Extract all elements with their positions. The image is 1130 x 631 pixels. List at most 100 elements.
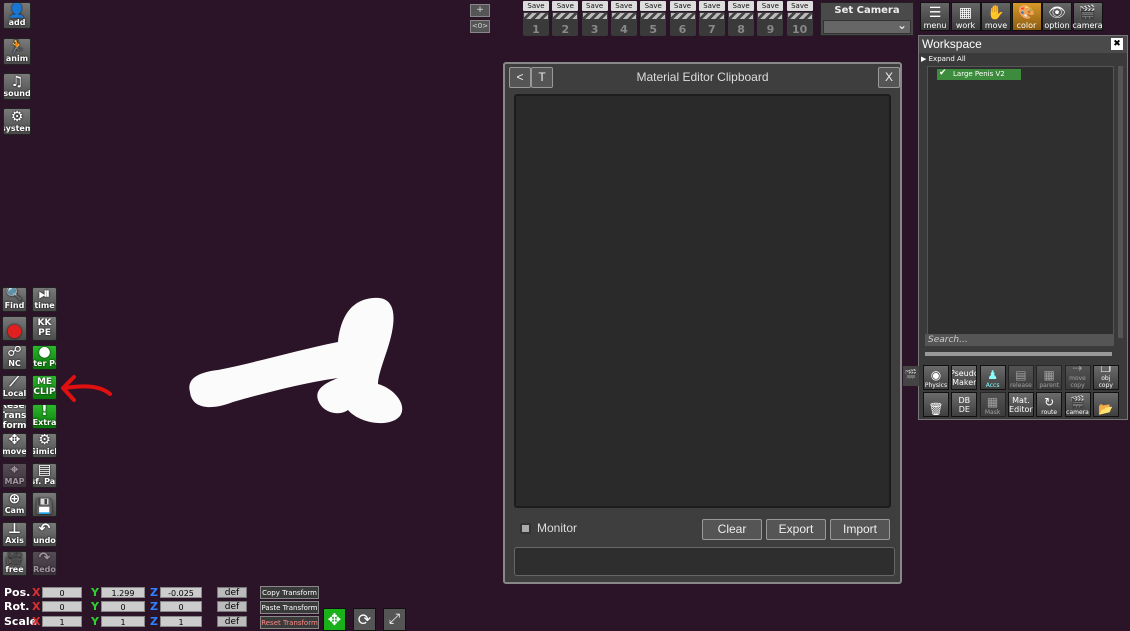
undo-button[interactable]: ↶ undo bbox=[32, 522, 57, 547]
rec-button[interactable]: ● bbox=[2, 316, 27, 341]
button-label: Redo bbox=[33, 565, 56, 574]
save-slot-2[interactable]: Save 2 bbox=[552, 1, 579, 37]
magnifier-icon: 🔍 bbox=[5, 287, 24, 302]
save-label: Save bbox=[698, 1, 725, 11]
move-copy-button[interactable]: ⇢ move copy bbox=[1064, 365, 1091, 390]
zoom-plus-button[interactable]: + bbox=[470, 4, 490, 17]
dbde-button[interactable]: DB DE bbox=[951, 392, 978, 417]
workspace-close-button[interactable]: ✖ bbox=[1111, 38, 1123, 50]
move-menu-button[interactable]: ✋ move bbox=[981, 2, 1011, 31]
transform-y-input[interactable]: 1.299 bbox=[101, 587, 145, 598]
nc-button[interactable]: ☍ NC bbox=[2, 345, 27, 370]
kkpe-button[interactable]: KK PE bbox=[32, 316, 57, 341]
move-gizmo-button[interactable]: ✥ bbox=[323, 608, 346, 631]
save-slot-8[interactable]: Save 8 bbox=[728, 1, 755, 37]
obj-copy-button[interactable]: ❐ obj copy bbox=[1092, 365, 1119, 390]
local-button[interactable]: ⟋ Local bbox=[2, 375, 27, 400]
tree-item[interactable]: ✔ Large Penis V2 bbox=[937, 68, 1021, 80]
set-camera-panel[interactable]: Set Camera ⌄ bbox=[820, 2, 914, 36]
save-slot-1[interactable]: Save 1 bbox=[523, 1, 549, 37]
scrollbar[interactable] bbox=[1118, 66, 1123, 338]
button-label: Find bbox=[4, 301, 25, 310]
clapper-icon: 4 bbox=[610, 12, 637, 36]
expand-all-button[interactable]: ▶ Expand All bbox=[921, 55, 966, 63]
export-button[interactable]: Export bbox=[766, 519, 826, 540]
transform-z-input[interactable]: 1 bbox=[160, 616, 202, 627]
center-point-button[interactable]: ●Center Point bbox=[32, 345, 57, 370]
option-button[interactable]: 👁 option bbox=[1042, 2, 1072, 31]
search-input[interactable]: Search... bbox=[925, 334, 1114, 346]
axis-y-label: Y bbox=[91, 615, 99, 628]
rotate-gizmo-button[interactable]: ⟳ bbox=[353, 608, 376, 631]
clipboard-list[interactable] bbox=[514, 94, 891, 508]
slot-number: 1 bbox=[532, 23, 540, 36]
gimick-button[interactable]: ⚙Gimick bbox=[32, 433, 57, 458]
camera-button[interactable]: 🎬 camera bbox=[1072, 2, 1103, 31]
save-slot-7[interactable]: Save 7 bbox=[698, 1, 725, 37]
default-button[interactable]: def bbox=[217, 601, 247, 612]
delete-button[interactable]: 🗑 bbox=[923, 392, 949, 417]
save-slot-3[interactable]: Save 3 bbox=[581, 1, 608, 37]
transform-z-input[interactable]: -0.025 bbox=[160, 587, 202, 598]
save-slot-6[interactable]: Save 6 bbox=[669, 1, 696, 37]
menu-button[interactable]: ☰ menu bbox=[920, 2, 950, 31]
button-label: Cam bbox=[4, 506, 25, 515]
transform-y-input[interactable]: 0 bbox=[101, 601, 145, 612]
zoom-eye-button[interactable]: <0> bbox=[470, 20, 490, 33]
map-button[interactable]: ⌖ MAP bbox=[2, 463, 27, 488]
clapper-icon[interactable]: 🎬 bbox=[903, 366, 919, 386]
default-button[interactable]: def bbox=[217, 616, 247, 627]
save-slot-9[interactable]: Save 9 bbox=[757, 1, 784, 37]
color-button[interactable]: 🎨 color bbox=[1011, 2, 1042, 31]
me-clip-button[interactable]: ME CLIP bbox=[32, 375, 57, 400]
move-button[interactable]: ✥ move bbox=[2, 433, 27, 458]
pseudo-maker-button[interactable]: Pseudo Maker bbox=[951, 365, 978, 390]
mask-button[interactable]: ▦ Mask bbox=[979, 392, 1006, 417]
add-button[interactable]: 👤 add bbox=[3, 2, 31, 29]
free-button[interactable]: 🎥 free bbox=[2, 551, 27, 576]
default-button[interactable]: def bbox=[217, 587, 247, 598]
axis-button[interactable]: ⊥ Axis bbox=[2, 522, 27, 547]
set-camera-select[interactable]: ⌄ bbox=[823, 18, 911, 34]
transform-x-input[interactable]: 0 bbox=[42, 601, 82, 612]
save-slot-10[interactable]: Save 10 bbox=[786, 1, 813, 37]
redo-button[interactable]: ↷ Redo bbox=[32, 551, 57, 576]
anim-button[interactable]: 🏃 anim bbox=[3, 38, 31, 65]
transform-y-input[interactable]: 1 bbox=[101, 616, 145, 627]
time-button[interactable]: ⏯ time bbox=[32, 287, 57, 312]
transf-parallel-button[interactable]: ▤Transf. Parallel bbox=[32, 463, 57, 488]
work-button[interactable]: ▦ work bbox=[950, 2, 981, 31]
cam-button[interactable]: ⊕ Cam bbox=[2, 492, 27, 517]
release-button[interactable]: ▤ release bbox=[1007, 365, 1034, 390]
system-button[interactable]: ⚙system bbox=[3, 108, 31, 135]
slot-number: 8 bbox=[737, 23, 745, 36]
parent-button[interactable]: ▦ parent bbox=[1036, 365, 1063, 390]
transform-x-input[interactable]: 1 bbox=[42, 616, 82, 627]
route-button[interactable]: ↻ route bbox=[1036, 392, 1063, 417]
paste-transform-button[interactable]: Paste Transform bbox=[260, 601, 319, 614]
monitor-checkbox[interactable] bbox=[520, 523, 531, 534]
mat-editor-button[interactable]: Mat. Editor bbox=[1007, 392, 1034, 417]
button-icon: ▦ bbox=[986, 395, 999, 409]
reset-transform-bottom-button[interactable]: Reset Transform bbox=[260, 616, 319, 629]
save-scene-button[interactable]: 💾 bbox=[32, 492, 57, 517]
copy-transform-button[interactable]: Copy Transform bbox=[260, 586, 319, 599]
folder-button[interactable]: 📂 bbox=[1092, 392, 1119, 417]
save-slot-4[interactable]: Save 4 bbox=[610, 1, 637, 37]
reset-transform-button[interactable]: Reset Trans-form bbox=[2, 404, 27, 429]
close-button[interactable]: X bbox=[878, 67, 900, 88]
scale-gizmo-button[interactable]: ⤢ bbox=[383, 608, 406, 631]
sound-button[interactable]: ♫ sound bbox=[3, 73, 31, 100]
save-slot-5[interactable]: Save 5 bbox=[640, 1, 667, 37]
horizontal-scrollbar[interactable] bbox=[925, 352, 1112, 356]
ws-camera-button[interactable]: 🎬 camera bbox=[1064, 392, 1091, 417]
import-button[interactable]: Import bbox=[830, 519, 890, 540]
transform-z-input[interactable]: 0 bbox=[160, 601, 202, 612]
clear-button[interactable]: Clear bbox=[702, 519, 762, 540]
workspace-tree[interactable]: ✔ Large Penis V2 bbox=[927, 66, 1114, 338]
extra-button[interactable]: ! Extra bbox=[32, 404, 57, 429]
accs-button[interactable]: ♟ Accs bbox=[979, 365, 1006, 390]
find-button[interactable]: 🔍 Find bbox=[2, 287, 27, 312]
transform-x-input[interactable]: 0 bbox=[42, 587, 82, 598]
physics-button[interactable]: ◉ Physics bbox=[923, 365, 949, 390]
